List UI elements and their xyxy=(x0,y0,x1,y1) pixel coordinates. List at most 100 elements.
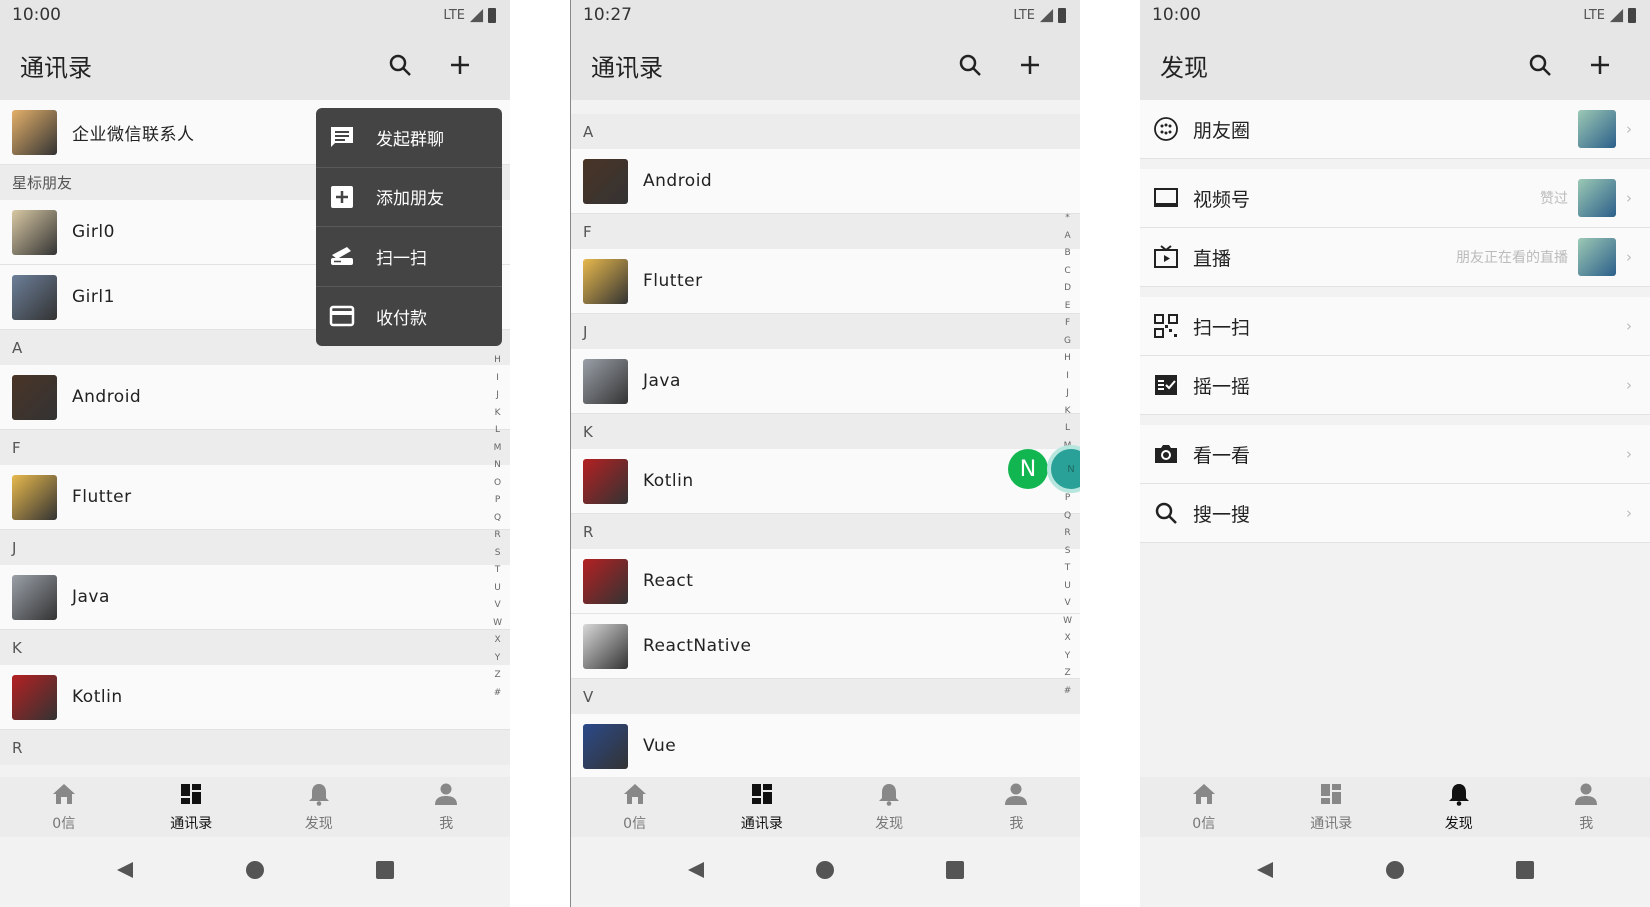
recents-button[interactable] xyxy=(945,860,965,884)
alphabet-letter[interactable]: N xyxy=(494,457,501,475)
search-button[interactable] xyxy=(940,35,1000,95)
menu-payment[interactable]: 收付款 xyxy=(316,287,502,347)
contact-row[interactable]: Kotlin xyxy=(571,449,1080,514)
add-button[interactable] xyxy=(430,35,490,95)
search-button[interactable] xyxy=(1510,35,1570,95)
alphabet-letter[interactable]: S xyxy=(1065,543,1071,561)
nav-tab-1[interactable]: 通讯录 xyxy=(128,777,256,837)
menu-start-group-chat[interactable]: 发起群聊 xyxy=(316,108,502,168)
search-button[interactable] xyxy=(370,35,430,95)
alphabet-letter[interactable]: X xyxy=(494,632,500,650)
contact-row[interactable]: Java xyxy=(0,565,510,630)
alphabet-letter[interactable]: R xyxy=(1064,525,1070,543)
back-button[interactable] xyxy=(686,860,706,884)
avatar xyxy=(12,474,57,520)
nav-tab-0[interactable]: 0信 xyxy=(1140,777,1268,837)
alphabet-letter[interactable]: L xyxy=(495,422,500,440)
alphabet-letter[interactable]: M xyxy=(494,440,502,458)
alphabet-letter[interactable]: Q xyxy=(1064,508,1071,526)
alphabet-letter[interactable]: R xyxy=(494,527,500,545)
alphabet-letter[interactable]: O xyxy=(494,475,501,493)
nav-tab-2[interactable]: 发现 xyxy=(255,777,383,837)
alphabet-letter[interactable]: W xyxy=(493,615,502,633)
nav-tab-1[interactable]: 通讯录 xyxy=(1268,777,1396,837)
alphabet-letter[interactable]: D xyxy=(1064,280,1071,298)
home-system-button[interactable] xyxy=(1385,860,1405,884)
alphabet-letter[interactable]: P xyxy=(495,492,500,510)
contact-row[interactable]: Android xyxy=(0,365,510,430)
discover-item[interactable]: 看一看 › xyxy=(1140,425,1650,484)
nav-tab-1[interactable]: 通讯录 xyxy=(698,777,825,837)
alphabet-letter[interactable]: Q xyxy=(494,510,501,528)
alphabet-letter[interactable]: X xyxy=(1064,630,1070,648)
discover-label: 直播 xyxy=(1193,247,1232,270)
nav-tab-2[interactable]: 发现 xyxy=(826,777,953,837)
alphabet-letter[interactable]: C xyxy=(1064,263,1070,281)
alphabet-letter[interactable]: W xyxy=(1063,613,1072,631)
discover-item[interactable]: 扫一扫 › xyxy=(1140,297,1650,356)
alphabet-letter[interactable]: T xyxy=(1065,560,1071,578)
alphabet-letter[interactable]: # xyxy=(494,685,502,703)
back-button[interactable] xyxy=(115,860,135,884)
contact-row[interactable]: Flutter xyxy=(571,249,1080,314)
alphabet-letter[interactable]: E xyxy=(1065,298,1071,316)
menu-add-friend[interactable]: 添加朋友 xyxy=(316,168,502,227)
alphabet-letter[interactable]: # xyxy=(1064,683,1072,701)
nav-tab-3[interactable]: 我 xyxy=(953,777,1080,837)
alphabet-letter[interactable]: K xyxy=(1065,403,1071,421)
contact-list[interactable]: A Android F Flutter J Java K Kotlin R React ReactN… xyxy=(571,100,1080,777)
alphabet-letter[interactable]: U xyxy=(1064,578,1071,596)
contact-row[interactable]: Vue xyxy=(571,714,1080,777)
menu-scan[interactable]: 扫一扫 xyxy=(316,227,502,287)
discover-item[interactable]: 搜一搜 › xyxy=(1140,484,1650,543)
alphabet-letter[interactable]: T xyxy=(495,562,501,580)
contact-row[interactable]: Java xyxy=(571,349,1080,414)
alphabet-letter[interactable]: * xyxy=(1065,210,1070,228)
add-button[interactable] xyxy=(1000,35,1060,95)
nav-tab-3[interactable]: 我 xyxy=(1523,777,1650,837)
nav-tab-0[interactable]: 0信 xyxy=(571,777,698,837)
alphabet-letter[interactable]: I xyxy=(496,370,499,388)
nav-tab-3[interactable]: 我 xyxy=(383,777,511,837)
nav-tab-2[interactable]: 发现 xyxy=(1395,777,1523,837)
avatar xyxy=(12,674,57,720)
back-button[interactable] xyxy=(1255,860,1275,884)
discover-item[interactable]: 视频号 赞过 › xyxy=(1140,169,1650,228)
alphabet-letter[interactable]: J xyxy=(496,387,499,405)
alphabet-letter[interactable]: L xyxy=(1065,420,1070,438)
home-system-button[interactable] xyxy=(815,860,835,884)
contact-row[interactable]: Kotlin xyxy=(0,665,510,730)
alphabet-letter[interactable]: F xyxy=(1065,315,1070,333)
discover-item[interactable]: 朋友圈 › xyxy=(1140,100,1650,159)
contact-row[interactable]: Android xyxy=(571,149,1080,214)
alphabet-letter[interactable]: V xyxy=(1064,595,1070,613)
recents-button[interactable] xyxy=(1515,860,1535,884)
contact-row[interactable]: React xyxy=(571,549,1080,614)
nav-tab-0[interactable]: 0信 xyxy=(0,777,128,837)
alphabet-letter[interactable]: B xyxy=(1064,245,1070,263)
alphabet-letter[interactable]: Y xyxy=(1065,648,1071,666)
alphabet-index[interactable]: H I J K L M N O P Q R S T U V W X Y Z # xyxy=(493,352,502,702)
avatar xyxy=(12,574,57,620)
home-system-button[interactable] xyxy=(245,860,265,884)
contact-row[interactable]: ReactNative xyxy=(571,614,1080,679)
alphabet-letter[interactable]: Z xyxy=(494,667,500,685)
avatar xyxy=(583,458,628,504)
alphabet-letter[interactable]: G xyxy=(1064,333,1071,351)
alphabet-letter[interactable]: S xyxy=(495,545,501,563)
discover-item[interactable]: 摇一摇 › xyxy=(1140,356,1650,415)
alphabet-letter[interactable]: K xyxy=(495,405,501,423)
alphabet-letter[interactable]: V xyxy=(494,597,500,615)
alphabet-letter[interactable]: Y xyxy=(495,650,501,668)
contact-row[interactable]: Flutter xyxy=(0,465,510,530)
alphabet-letter[interactable]: U xyxy=(494,580,501,598)
alphabet-letter[interactable]: Z xyxy=(1064,665,1070,683)
alphabet-letter[interactable]: H xyxy=(494,352,501,370)
recents-button[interactable] xyxy=(375,860,395,884)
alphabet-letter[interactable]: J xyxy=(1066,385,1069,403)
discover-item[interactable]: 直播 朋友正在看的直播 › xyxy=(1140,228,1650,287)
alphabet-letter[interactable]: A xyxy=(1064,228,1070,246)
alphabet-letter[interactable]: H xyxy=(1064,350,1071,368)
alphabet-letter[interactable]: I xyxy=(1066,368,1069,386)
add-button[interactable] xyxy=(1570,35,1630,95)
